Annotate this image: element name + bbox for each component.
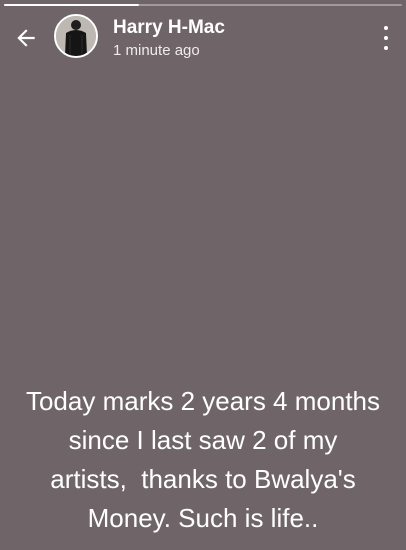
more-vertical-icon-dot	[384, 36, 388, 40]
story-header: Harry H-Mac 1 minute ago	[0, 12, 406, 64]
arrow-left-icon	[17, 29, 35, 47]
user-name: Harry H-Mac	[113, 17, 225, 38]
story-progress-bar	[4, 4, 402, 6]
status-text: Today marks 2 years 4 months since I las…	[25, 386, 381, 533]
post-timestamp: 1 minute ago	[113, 42, 200, 59]
more-vertical-icon	[384, 26, 388, 30]
story-progress-fill	[4, 4, 140, 6]
avatar[interactable]	[54, 14, 98, 58]
more-vertical-icon-dot	[384, 46, 388, 50]
more-options-button[interactable]	[382, 26, 390, 50]
avatar-image	[56, 16, 96, 56]
back-button[interactable]	[10, 22, 42, 54]
